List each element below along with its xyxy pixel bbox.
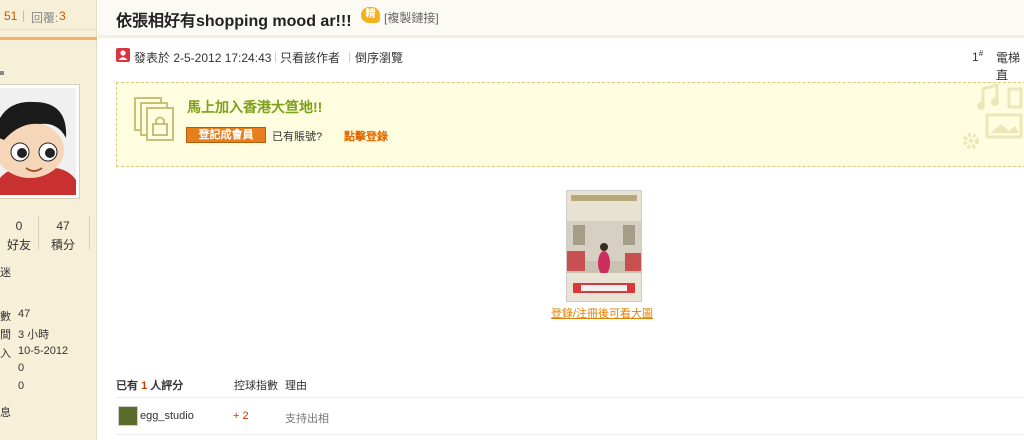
author-stats: 0 好友 47 積分 <box>0 214 97 252</box>
rating-count: 1 <box>141 380 148 392</box>
rating-head-prefix: 已有 <box>116 380 138 392</box>
friends-label[interactable]: 好友 <box>4 236 34 253</box>
gear-icon <box>963 133 979 149</box>
author-only-link[interactable]: 只看該作者 <box>280 49 340 66</box>
reverse-order-link[interactable]: 倒序瀏覽 <box>355 49 403 66</box>
replies-count: 3 <box>59 9 66 23</box>
music-note-icon <box>977 83 1023 110</box>
rating-column-reason: 理由 <box>285 380 307 392</box>
post-main: 依張相好有shopping mood ar!!! 精 [複製鏈接] 發表於 2-… <box>98 0 1024 440</box>
post-timestamp: 發表於 2-5-2012 17:24:43 <box>134 51 272 65</box>
fans-label: 迷 <box>0 267 11 279</box>
copy-link-button[interactable]: [複製鏈接] <box>384 9 439 26</box>
info-label: 數 <box>0 311 11 323</box>
divider <box>38 216 39 250</box>
info-label: 間 <box>0 329 11 341</box>
sidebar-accent-line <box>0 37 97 40</box>
divider: | <box>274 49 278 63</box>
online-user-icon <box>116 48 130 62</box>
rating-column-score: 控球指數 <box>234 380 278 392</box>
points-count: 47 <box>56 219 70 233</box>
rating-score: + 2 <box>233 410 249 422</box>
elevator-link[interactable]: 電梯直 <box>996 49 1024 83</box>
floor-value: 1 <box>972 50 979 64</box>
divider <box>116 434 1024 435</box>
post-photo[interactable] <box>566 190 642 302</box>
divider <box>116 397 1024 398</box>
info-label: 入 <box>0 348 11 360</box>
cartoon-avatar-icon <box>0 88 76 195</box>
bullet-icon <box>0 71 4 75</box>
divider <box>89 216 90 250</box>
rater-avatar[interactable] <box>118 406 138 426</box>
floor-sup: # <box>978 49 984 58</box>
highlight-tag-icon: 精 <box>361 7 380 23</box>
info-value: 0 <box>18 362 25 374</box>
login-to-view-link[interactable]: 登錄/注冊後可看大圖 <box>551 305 653 321</box>
author-sidebar: 51 | 回覆: 3 0 好友 47 積分 迷 數 47 間 3 小時 入 10… <box>0 0 97 440</box>
views-count: 51 <box>4 9 18 23</box>
message-label[interactable]: 息 <box>0 404 11 420</box>
floor-number: 1# <box>972 49 983 64</box>
has-account-text: 已有賬號? <box>272 131 323 143</box>
info-value: 0 <box>18 380 25 392</box>
picture-icon <box>985 113 1023 139</box>
rater-username[interactable]: egg_studio <box>140 410 194 422</box>
post-meta: 發表於 2-5-2012 17:24:43 | 只看該作者 | 倒序瀏覽 1# … <box>116 48 1024 82</box>
register-button[interactable]: 登記成會員 <box>186 127 266 143</box>
replies-label: 回覆: <box>31 11 59 25</box>
mall-photo-image <box>567 191 641 301</box>
rating-head-suffix: 人評分 <box>150 380 184 392</box>
info-value: 3 小時 <box>18 329 50 341</box>
thread-stats-bar: 51 | 回覆: 3 <box>0 0 97 30</box>
divider: | <box>22 8 26 22</box>
join-prompt: 馬上加入香港大笪地!! 登記成會員 已有賬號? 點擊登錄 <box>116 82 1024 167</box>
join-title: 馬上加入香港大笪地!! <box>187 99 323 115</box>
info-value: 47 <box>18 308 31 320</box>
locked-docs-icon <box>134 97 174 141</box>
rating-header: 已有 1 人評分 <box>116 377 183 393</box>
rating-reason: 支持出相 <box>285 413 329 425</box>
page-title: 依張相好有shopping mood ar!!! <box>116 13 352 30</box>
thread-title-bar: 依張相好有shopping mood ar!!! 精 [複製鏈接] <box>98 0 1024 38</box>
points-label[interactable]: 積分 <box>48 236 78 253</box>
info-value: 10-5-2012 <box>18 345 69 357</box>
friends-count: 0 <box>15 219 23 233</box>
login-link[interactable]: 點擊登錄 <box>344 128 388 144</box>
avatar[interactable] <box>0 84 80 199</box>
divider: | <box>348 49 352 63</box>
